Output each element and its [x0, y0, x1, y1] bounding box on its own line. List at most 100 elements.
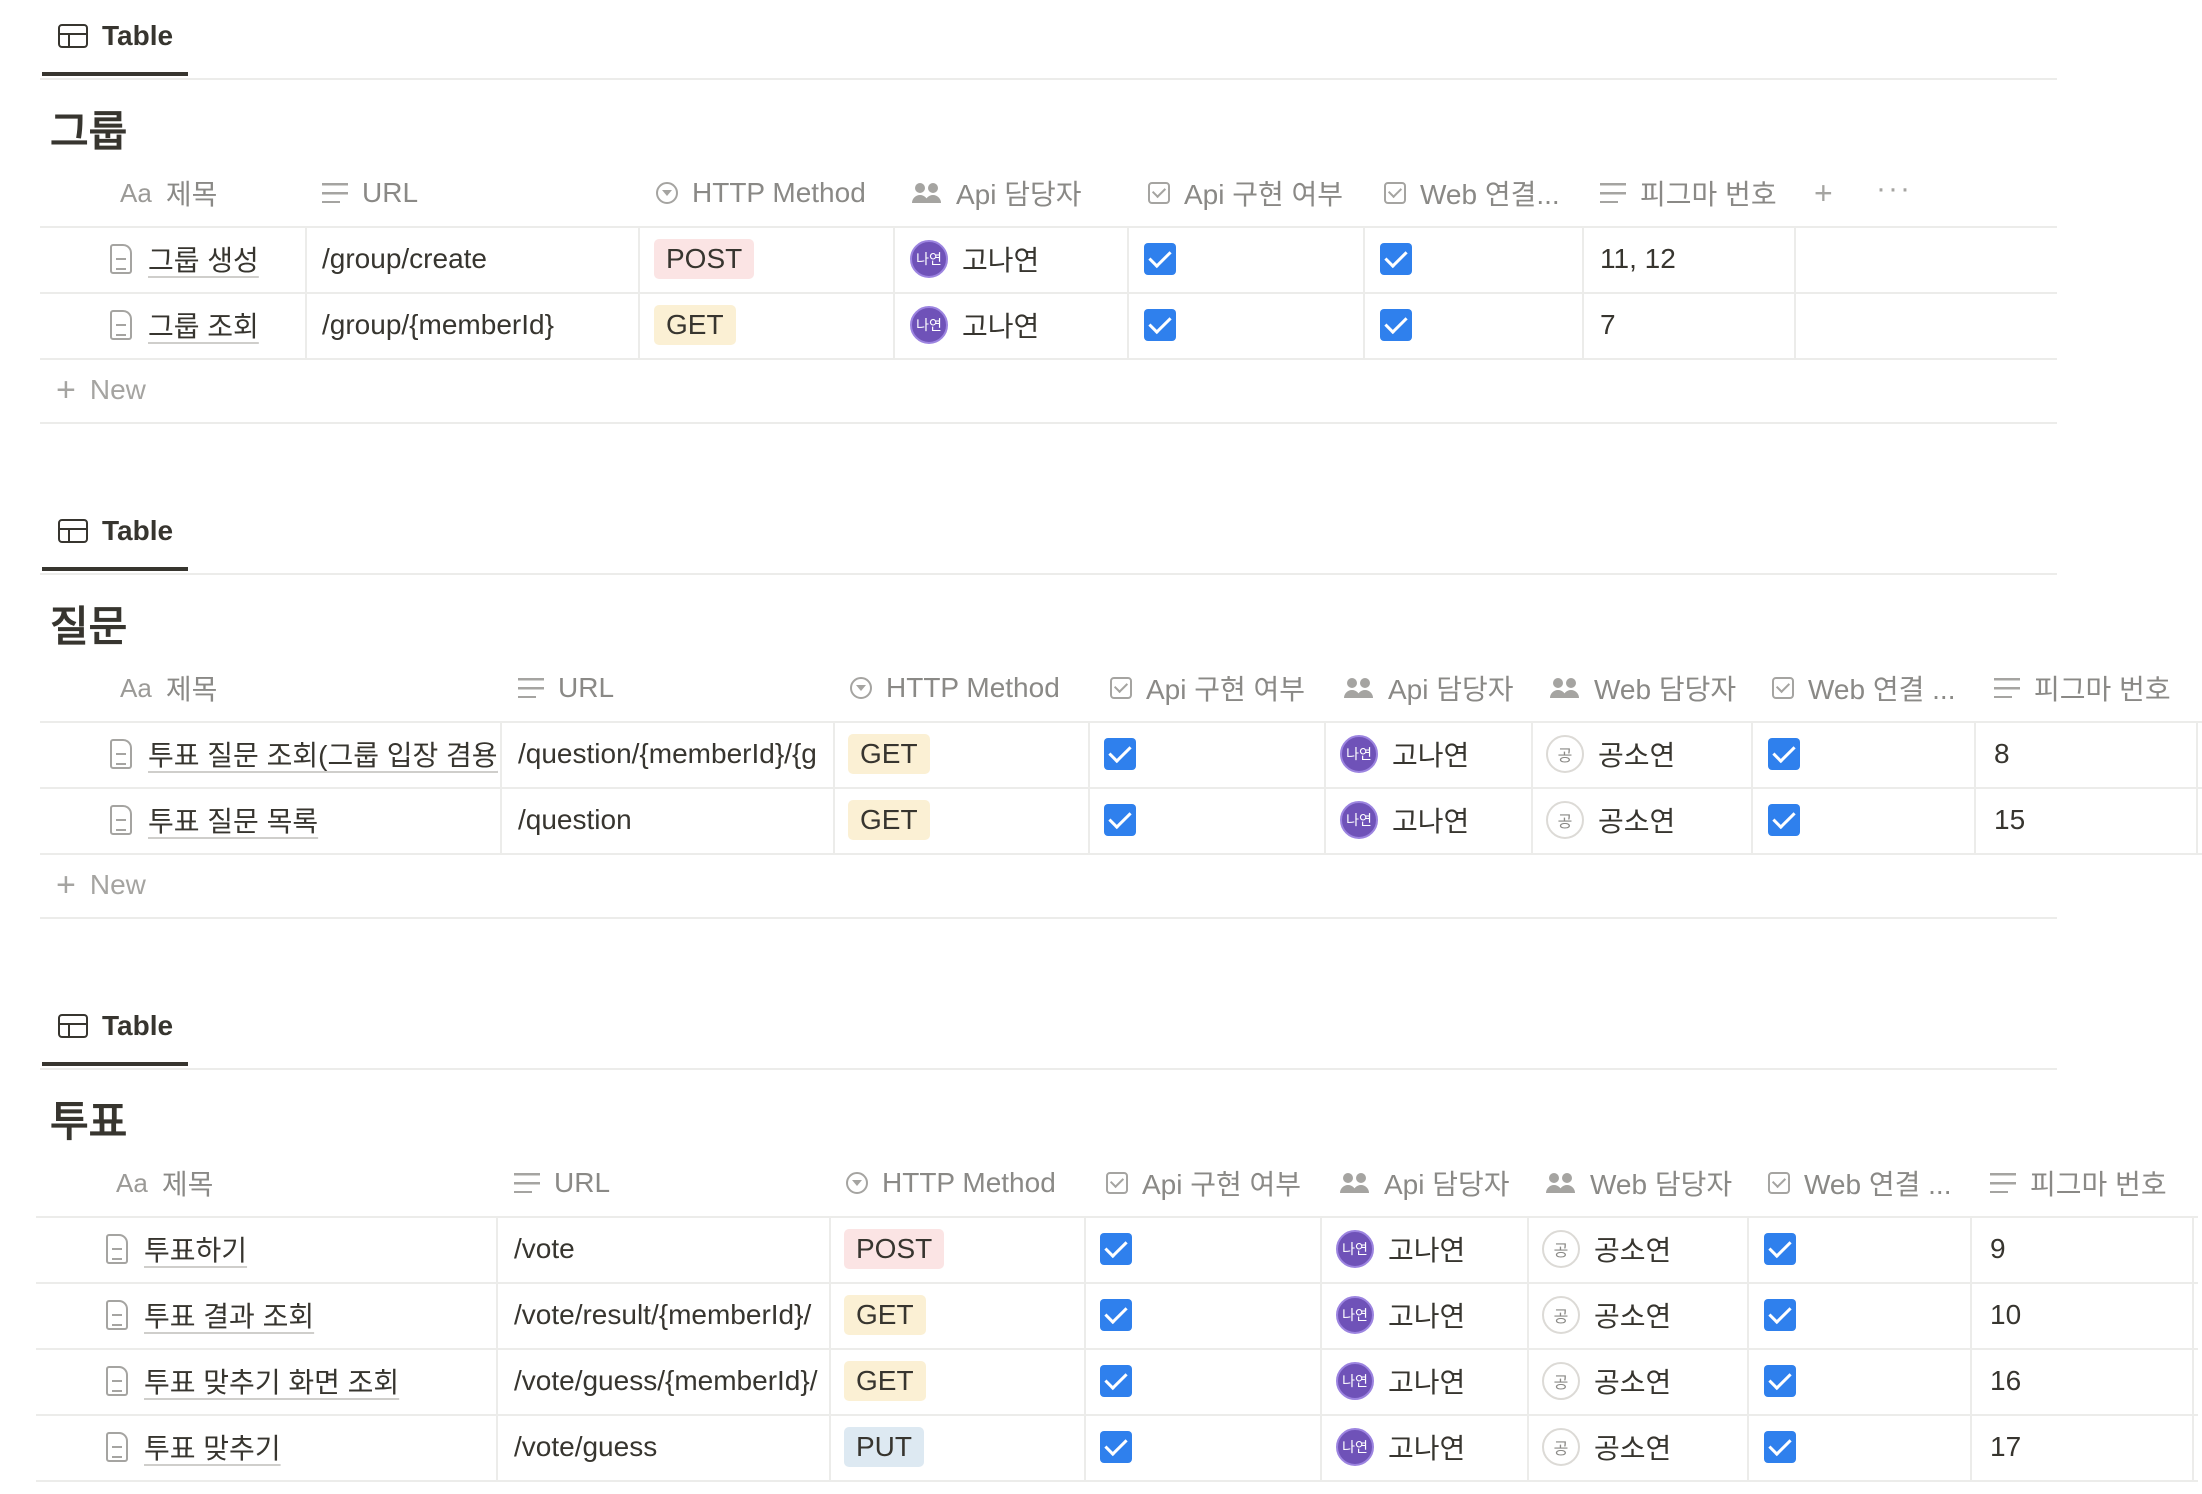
column-header-api-owner[interactable]: Api 담당자 [912, 160, 1132, 226]
column-header-url[interactable]: URL [514, 1150, 814, 1216]
method-tag[interactable]: PUT [844, 1427, 924, 1467]
web-owner-name[interactable]: 공소연 [1594, 1229, 1671, 1269]
api-owner-name[interactable]: 고나연 [962, 239, 1039, 279]
web-owner-name[interactable]: 공소연 [1598, 734, 1675, 774]
api-done-checkbox[interactable] [1100, 1233, 1132, 1265]
column-header-api-owner[interactable]: Api 담당자 [1344, 655, 1544, 721]
select-icon [846, 1172, 868, 1194]
row-title[interactable]: 그룹 조회 [148, 305, 259, 345]
row-title[interactable]: 투표 맞추기 화면 조회 [144, 1361, 399, 1401]
column-header-web-link[interactable]: Web 연결 ... [1768, 1150, 1968, 1216]
view-tab-table[interactable]: Table [42, 495, 188, 571]
column-header-web-owner[interactable]: Web 담당자 [1546, 1150, 1746, 1216]
row-figma[interactable]: 10 [1990, 1282, 2021, 1348]
api-done-checkbox[interactable] [1144, 243, 1176, 275]
api-done-checkbox[interactable] [1104, 804, 1136, 836]
column-header-title[interactable]: Aa 제목 [120, 655, 320, 721]
row-title[interactable]: 투표 질문 목록 [148, 800, 318, 840]
web-owner-name[interactable]: 공소연 [1594, 1295, 1671, 1335]
api-owner-name[interactable]: 고나연 [1388, 1361, 1465, 1401]
page-icon [106, 1300, 128, 1330]
view-tab-table[interactable]: Table [42, 990, 188, 1066]
column-header-api-done[interactable]: Api 구현 여부 [1148, 160, 1368, 226]
web-done-checkbox[interactable] [1380, 243, 1412, 275]
column-header-title[interactable]: Aa 제목 [116, 1150, 316, 1216]
column-header-http-method[interactable]: HTTP Method [846, 1150, 1086, 1216]
web-owner-name[interactable]: 공소연 [1594, 1427, 1671, 1467]
row-url[interactable]: /vote [514, 1216, 828, 1282]
row-title[interactable]: 투표 결과 조회 [144, 1295, 314, 1335]
row-figma[interactable]: 16 [1990, 1348, 2021, 1414]
row-title[interactable]: 투표 질문 조회(그룹 입장 겸용) [148, 734, 498, 774]
column-header-url[interactable]: URL [322, 160, 632, 226]
column-header-title[interactable]: Aa 제목 [120, 160, 300, 226]
api-owner-name[interactable]: 고나연 [1392, 734, 1469, 774]
method-tag[interactable]: POST [844, 1229, 945, 1269]
new-row-button[interactable]: + New [56, 853, 146, 917]
avatar: 공 [1542, 1230, 1580, 1268]
column-header-http-method[interactable]: HTTP Method [656, 160, 896, 226]
row-figma[interactable]: 11, 12 [1600, 226, 1676, 292]
api-done-checkbox[interactable] [1100, 1299, 1132, 1331]
row-url[interactable]: /question [518, 787, 832, 853]
method-tag[interactable]: GET [848, 734, 930, 774]
api-owner-name[interactable]: 고나연 [1388, 1295, 1465, 1335]
person-icon [1340, 1173, 1370, 1193]
row-title[interactable]: 투표하기 [144, 1229, 247, 1269]
web-done-checkbox[interactable] [1764, 1431, 1796, 1463]
api-done-checkbox[interactable] [1104, 738, 1136, 770]
row-url[interactable]: /question/{memberId}/{g [518, 721, 832, 787]
column-header-figma[interactable]: 피그마 번호 [1600, 160, 1800, 226]
row-url[interactable]: /vote/guess [514, 1414, 828, 1480]
row-url[interactable]: /group/{memberId} [322, 292, 634, 358]
method-tag[interactable]: GET [844, 1361, 926, 1401]
api-done-checkbox[interactable] [1100, 1431, 1132, 1463]
row-title[interactable]: 투표 맞추기 [144, 1427, 281, 1467]
method-tag[interactable]: GET [654, 305, 736, 345]
column-header-web-link[interactable]: Web 연결 ... [1772, 655, 1972, 721]
method-tag[interactable]: GET [844, 1295, 926, 1335]
more-options-icon[interactable]: ··· [1876, 156, 1912, 222]
page-icon [110, 739, 132, 769]
row-title[interactable]: 그룹 생성 [148, 239, 259, 279]
web-done-checkbox[interactable] [1764, 1299, 1796, 1331]
view-tab-table[interactable]: Table [42, 0, 188, 76]
web-done-checkbox[interactable] [1768, 804, 1800, 836]
api-owner-name[interactable]: 고나연 [1388, 1229, 1465, 1269]
api-owner-name[interactable]: 고나연 [1388, 1427, 1465, 1467]
checkbox-property-icon [1772, 677, 1794, 699]
column-header-web-owner[interactable]: Web 담당자 [1550, 655, 1750, 721]
row-figma[interactable]: 8 [1994, 721, 2010, 787]
api-done-checkbox[interactable] [1144, 309, 1176, 341]
web-done-checkbox[interactable] [1764, 1365, 1796, 1397]
row-figma[interactable]: 9 [1990, 1216, 2006, 1282]
web-done-checkbox[interactable] [1764, 1233, 1796, 1265]
column-header-url[interactable]: URL [518, 655, 818, 721]
column-header-api-owner[interactable]: Api 담당자 [1340, 1150, 1540, 1216]
method-tag[interactable]: GET [848, 800, 930, 840]
web-done-checkbox[interactable] [1768, 738, 1800, 770]
select-icon [656, 182, 678, 204]
column-header-web-link[interactable]: Web 연결... [1384, 160, 1584, 226]
column-header-api-done[interactable]: Api 구현 여부 [1106, 1150, 1326, 1216]
api-owner-name[interactable]: 고나연 [962, 305, 1039, 345]
web-owner-name[interactable]: 공소연 [1598, 800, 1675, 840]
avatar: 공 [1542, 1362, 1580, 1400]
new-row-button[interactable]: + New [56, 358, 146, 422]
web-done-checkbox[interactable] [1380, 309, 1412, 341]
column-header-api-done[interactable]: Api 구현 여부 [1110, 655, 1330, 721]
row-figma[interactable]: 17 [1990, 1414, 2021, 1480]
row-url[interactable]: /group/create [322, 226, 634, 292]
method-tag[interactable]: POST [654, 239, 755, 279]
row-url[interactable]: /vote/guess/{memberId}/ [514, 1348, 828, 1414]
row-figma[interactable]: 15 [1994, 787, 2025, 853]
api-done-checkbox[interactable] [1100, 1365, 1132, 1397]
row-figma[interactable]: 7 [1600, 292, 1616, 358]
add-property-icon[interactable]: + [1814, 160, 1833, 226]
web-owner-name[interactable]: 공소연 [1594, 1361, 1671, 1401]
column-header-figma[interactable]: 피그마 번호 [1994, 655, 2202, 721]
row-url[interactable]: /vote/result/{memberId}/ [514, 1282, 828, 1348]
column-header-figma[interactable]: 피그마 번호 [1990, 1150, 2202, 1216]
column-header-http-method[interactable]: HTTP Method [850, 655, 1090, 721]
api-owner-name[interactable]: 고나연 [1392, 800, 1469, 840]
